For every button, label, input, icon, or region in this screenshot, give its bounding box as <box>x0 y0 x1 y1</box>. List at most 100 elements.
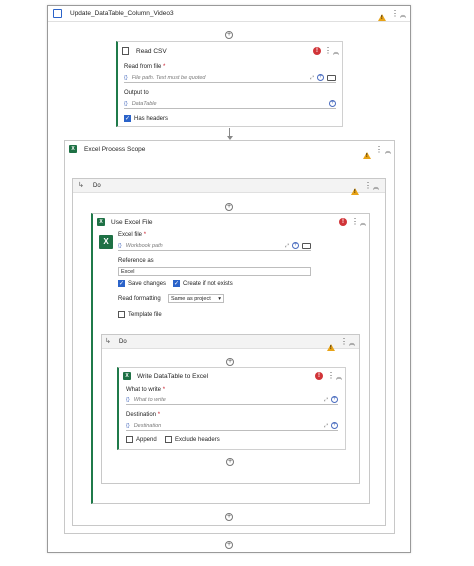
excel-scope-title: Excel Process Scope <box>84 146 146 153</box>
more-options-icon[interactable]: ⋮ <box>391 10 399 18</box>
read-from-file-label: Read from file * <box>124 64 166 70</box>
excel-scope-do-header[interactable]: ↳ Do ⋮ ︽ <box>73 179 385 195</box>
what-to-write-placeholder: What to write <box>133 396 166 403</box>
excel-icon: X <box>123 372 131 380</box>
excel-process-scope[interactable]: X Excel Process Scope ⋮ ︽ ↳ Do ⋮ ︽ + X U… <box>64 140 395 534</box>
more-options-icon[interactable]: ⋮ <box>340 338 348 346</box>
template-file-label: Template file <box>128 312 162 318</box>
collapse-icon[interactable]: ︽ <box>400 10 406 19</box>
has-headers-checkbox[interactable]: ✓ <box>124 115 131 122</box>
expand-icon[interactable]: ⤢ <box>285 243 289 249</box>
add-activity-button[interactable]: + <box>225 203 233 211</box>
do-arrow-icon: ↳ <box>105 338 111 345</box>
append-label: Append <box>136 437 157 443</box>
collapse-icon[interactable]: ︽ <box>349 338 355 347</box>
expand-icon[interactable]: ⤢ <box>310 75 314 81</box>
template-file-checkbox[interactable] <box>118 311 125 318</box>
read-from-file-placeholder: File path. Text must be quoted <box>131 74 206 81</box>
read-from-file-field[interactable]: {} File path. Text must be quoted ⤢ + <box>124 73 336 83</box>
destination-placeholder: Destination <box>133 422 162 429</box>
more-options-icon[interactable]: ⋮ <box>375 146 383 154</box>
do-label: Do <box>119 339 127 345</box>
more-options-icon[interactable]: ⋮ <box>324 47 332 55</box>
exclude-headers-label: Exclude headers <box>175 437 220 443</box>
excel-icon: X <box>97 218 105 226</box>
expression-icon: {} <box>124 100 128 107</box>
use-excel-title: Use Excel File <box>111 219 153 226</box>
add-activity-button[interactable]: + <box>226 358 234 366</box>
expression-icon: {} <box>126 396 130 403</box>
folder-icon[interactable] <box>302 242 311 249</box>
read-formatting-label: Read formatting <box>118 296 161 302</box>
save-changes-label: Save changes <box>128 281 167 287</box>
destination-label: Destination * <box>126 412 161 418</box>
collapse-icon[interactable]: ︽ <box>336 372 342 381</box>
exclude-headers-checkbox[interactable] <box>165 436 172 443</box>
add-activity-button[interactable]: + <box>225 31 233 39</box>
read-formatting-value: Same as project <box>171 296 211 302</box>
use-excel-do-header[interactable]: ↳ Do ⋮ ︽ <box>102 335 359 351</box>
folder-icon[interactable] <box>327 74 336 81</box>
warning-icon <box>327 344 335 351</box>
more-options-icon[interactable]: ⋮ <box>327 372 335 380</box>
reference-as-input[interactable]: Excel <box>118 267 311 276</box>
do-label: Do <box>93 183 101 189</box>
sequence-container: Update_DataTable_Column_Video3 ⋮ ︽ + Rea… <box>47 5 411 553</box>
output-to-label: Output to <box>124 90 149 96</box>
use-excel-do-container: ↳ Do ⋮ ︽ + X Write DataTable to Excel ! … <box>101 334 360 484</box>
use-excel-file-activity[interactable]: X Use Excel File ! ⋮ ︽ X Excel file * {}… <box>91 213 370 504</box>
read-csv-title: Read CSV <box>136 48 167 55</box>
plus-icon[interactable]: + <box>329 100 336 107</box>
expression-icon: {} <box>126 422 130 429</box>
sequence-title: Update_DataTable_Column_Video3 <box>70 10 174 17</box>
add-activity-button[interactable]: + <box>225 541 233 549</box>
expand-icon[interactable]: ⤢ <box>324 397 328 403</box>
excel-icon: X <box>69 145 77 153</box>
collapse-icon[interactable]: ︽ <box>373 182 379 191</box>
excel-large-icon: X <box>99 235 113 249</box>
read-csv-activity[interactable]: Read CSV ! ⋮ ︽ Read from file * {} File … <box>116 41 343 127</box>
sequence-icon <box>53 9 62 18</box>
read-formatting-select[interactable]: Same as project ▾ <box>168 294 224 303</box>
write-datatable-title: Write DataTable to Excel <box>137 373 209 380</box>
expression-icon: {} <box>118 242 122 249</box>
warning-icon <box>378 14 386 21</box>
plus-icon[interactable]: + <box>331 396 338 403</box>
reference-as-label: Reference as <box>118 258 154 264</box>
what-to-write-label: What to write * <box>126 387 166 393</box>
save-changes-checkbox[interactable]: ✓ <box>118 280 125 287</box>
append-checkbox[interactable] <box>126 436 133 443</box>
what-to-write-field[interactable]: {} What to write ⤢ + <box>126 395 338 405</box>
add-activity-button[interactable]: + <box>225 513 233 521</box>
sequence-header[interactable]: Update_DataTable_Column_Video3 ⋮ ︽ <box>48 6 410 22</box>
expand-icon[interactable]: ⤢ <box>324 423 328 429</box>
plus-icon[interactable]: + <box>317 74 324 81</box>
read-csv-icon <box>122 47 129 55</box>
add-activity-button[interactable]: + <box>226 458 234 466</box>
output-to-field[interactable]: {} DataTable + <box>124 99 336 109</box>
collapse-icon[interactable]: ︽ <box>360 218 366 227</box>
create-if-not-exists-label: Create if not exists <box>183 281 233 287</box>
has-headers-label: Has headers <box>134 116 169 122</box>
error-icon: ! <box>313 47 321 55</box>
excel-scope-do-container: ↳ Do ⋮ ︽ + X Use Excel File ! ⋮ ︽ X Exce… <box>72 178 386 526</box>
chevron-down-icon: ▾ <box>218 296 221 302</box>
excel-file-label: Excel file * <box>118 232 147 238</box>
write-datatable-activity[interactable]: X Write DataTable to Excel ! ⋮ ︽ What to… <box>117 367 346 450</box>
more-options-icon[interactable]: ⋮ <box>351 218 359 226</box>
excel-file-field[interactable]: {} Workbook path ⤢ + <box>118 241 311 251</box>
warning-icon <box>363 152 371 159</box>
plus-icon[interactable]: + <box>292 242 299 249</box>
plus-icon[interactable]: + <box>331 422 338 429</box>
error-icon: ! <box>339 218 347 226</box>
more-options-icon[interactable]: ⋮ <box>364 182 372 190</box>
warning-icon <box>351 188 359 195</box>
collapse-icon[interactable]: ︽ <box>385 146 391 155</box>
error-icon: ! <box>315 372 323 380</box>
collapse-icon[interactable]: ︽ <box>333 47 339 56</box>
destination-field[interactable]: {} Destination ⤢ + <box>126 421 338 431</box>
expression-icon: {} <box>124 74 128 81</box>
do-arrow-icon: ↳ <box>78 182 84 189</box>
create-if-not-exists-checkbox[interactable]: ✓ <box>173 280 180 287</box>
excel-file-placeholder: Workbook path <box>125 242 163 249</box>
